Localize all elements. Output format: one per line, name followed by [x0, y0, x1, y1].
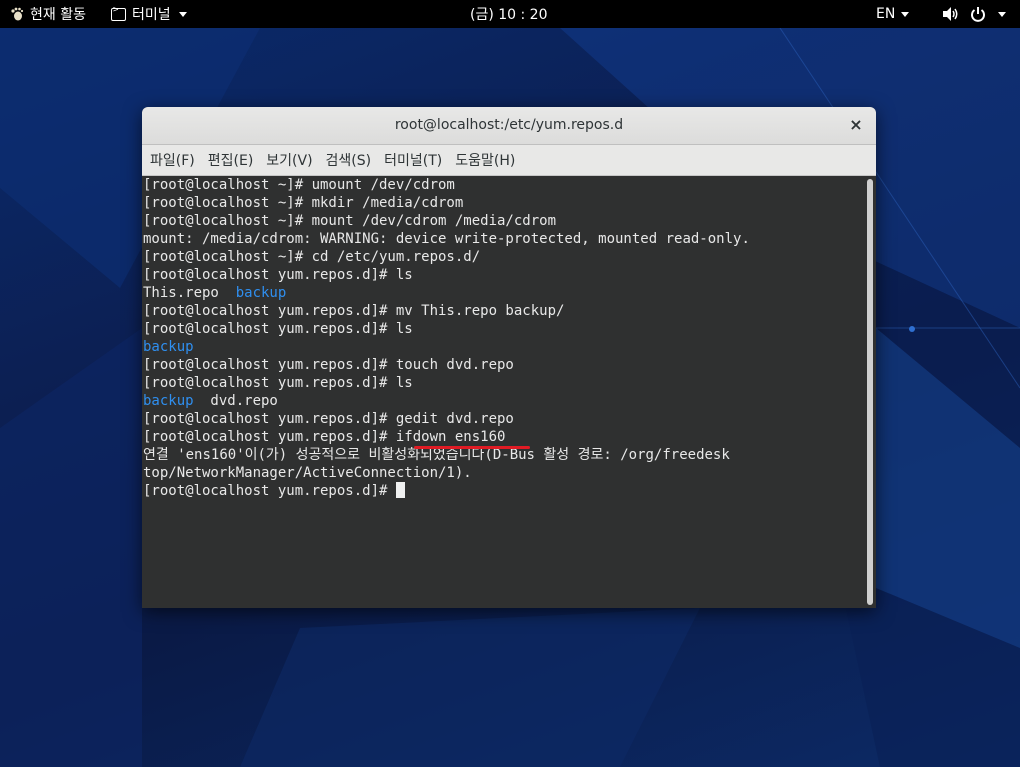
- ls-directory: backup: [143, 339, 194, 355]
- menu-bar: 파일(F) 편집(E) 보기(V) 검색(S) 터미널(T) 도움말(H): [142, 145, 876, 176]
- terminal-icon: [111, 5, 126, 21]
- terminal-line: [root@localhost ~]# umount /dev/cdrom: [143, 177, 455, 193]
- window-title: root@localhost:/etc/yum.repos.d: [394, 117, 624, 133]
- menu-search[interactable]: 검색(S): [321, 150, 377, 170]
- top-bar: 현재 활동 터미널 (금) 10 : 20 EN: [0, 0, 1020, 28]
- terminal-line: [root@localhost yum.repos.d]# mv This.re…: [143, 303, 565, 319]
- close-icon[interactable]: ×: [846, 115, 866, 135]
- activities-button[interactable]: 현재 활동: [10, 0, 86, 28]
- clock[interactable]: (금) 10 : 20: [470, 0, 548, 28]
- menu-help[interactable]: 도움말(H): [450, 150, 520, 170]
- terminal-line: [root@localhost ~]# mkdir /media/cdrom: [143, 195, 464, 211]
- terminal-line: top/NetworkManager/ActiveConnection/1).: [143, 465, 472, 481]
- ls-directory: backup: [143, 393, 194, 409]
- terminal-line: mount: /media/cdrom: WARNING: device wri…: [143, 231, 750, 247]
- input-language-menu[interactable]: EN: [876, 0, 910, 28]
- gnome-foot-icon: [11, 7, 24, 21]
- chevron-down-icon: [178, 11, 187, 17]
- terminal-line: [root@localhost ~]# mount /dev/cdrom /me…: [143, 213, 557, 229]
- terminal-output[interactable]: [root@localhost ~]# umount /dev/cdrom [r…: [142, 176, 876, 608]
- terminal-line: [root@localhost ~]# cd /etc/yum.repos.d/: [143, 249, 481, 265]
- terminal-line: [root@localhost yum.repos.d]# gedit dvd.…: [143, 411, 514, 427]
- terminal-line: [root@localhost yum.repos.d]# ls: [143, 375, 413, 391]
- terminal-line: [root@localhost yum.repos.d]# ls: [143, 267, 413, 283]
- terminal-prompt: [root@localhost yum.repos.d]#: [143, 483, 396, 499]
- terminal-window: root@localhost:/etc/yum.repos.d × 파일(F) …: [142, 107, 876, 608]
- terminal-line: backup: [143, 338, 865, 356]
- menu-view[interactable]: 보기(V): [261, 150, 317, 170]
- ls-file: dvd.repo: [193, 393, 278, 409]
- ls-file: This.repo: [143, 285, 236, 301]
- activities-label: 현재 활동: [30, 7, 86, 23]
- text-cursor: [395, 482, 405, 498]
- app-menu-terminal[interactable]: 터미널: [111, 0, 187, 28]
- chevron-down-icon: [901, 11, 910, 17]
- chevron-down-icon: [998, 11, 1006, 17]
- annotation-underline: [414, 446, 530, 449]
- power-icon: [971, 7, 985, 22]
- ls-directory: backup: [235, 285, 287, 301]
- menu-file[interactable]: 파일(F): [145, 150, 200, 170]
- terminal-line: This.repo backup: [143, 284, 865, 302]
- terminal-line: [root@localhost yum.repos.d]# ls: [143, 321, 413, 337]
- scrollbar-thumb[interactable]: [867, 179, 873, 605]
- menu-edit[interactable]: 편집(E): [203, 150, 259, 170]
- system-menu[interactable]: [942, 0, 1006, 28]
- window-titlebar[interactable]: root@localhost:/etc/yum.repos.d ×: [142, 107, 876, 145]
- scrollbar[interactable]: [866, 176, 874, 608]
- input-language-label: EN: [876, 6, 896, 22]
- app-menu-label: 터미널: [132, 7, 171, 23]
- terminal-line: [root@localhost yum.repos.d]# touch dvd.…: [143, 357, 514, 373]
- terminal-prompt-line: [root@localhost yum.repos.d]#: [143, 482, 865, 500]
- terminal-line: backup dvd.repo: [143, 392, 865, 410]
- terminal-line: [root@localhost yum.repos.d]# ifdown ens…: [143, 429, 506, 445]
- volume-icon: [943, 7, 958, 21]
- menu-terminal[interactable]: 터미널(T): [379, 150, 447, 170]
